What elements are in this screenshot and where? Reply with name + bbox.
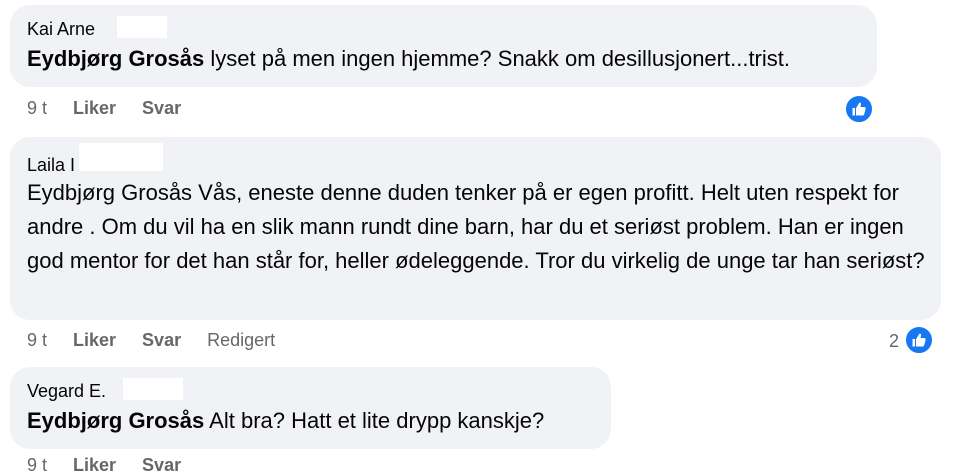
author-name[interactable]: Vegard E. — [27, 381, 106, 401]
edited-label: Redigert — [207, 330, 276, 350]
reply-button[interactable]: Svar — [142, 455, 181, 476]
redacted-name — [117, 16, 167, 38]
reaction-count[interactable]: 2 — [889, 331, 899, 352]
comment-text: Eydbjørg Grosås Alt bra? Hatt et lite dr… — [27, 404, 611, 438]
comment-meta: 9 t Liker Svar — [27, 98, 207, 119]
comment-text: Eydbjørg Grosås lyset på men ingen hjemm… — [27, 42, 877, 76]
like-button[interactable]: Liker — [73, 330, 116, 351]
like-button[interactable]: Liker — [73, 455, 116, 476]
comment-bubble: Laila I Eydbjørg Grosås Vås, eneste denn… — [10, 137, 941, 320]
redacted-name — [79, 143, 163, 171]
mention-link[interactable]: Eydbjørg Grosås — [27, 408, 204, 433]
comment-time[interactable]: 9 t — [27, 330, 47, 351]
thumbs-up-icon[interactable] — [904, 325, 934, 355]
comment-body: lyset på men ingen hjemme? Snakk om desi… — [204, 46, 790, 71]
comment-meta: 9 t Liker Svar — [27, 455, 207, 476]
mention-link[interactable]: Eydbjørg Grosås — [27, 46, 204, 71]
comment-author[interactable]: Kai Arne — [27, 16, 167, 40]
comment-meta: 9 t Liker Svar Redigert — [27, 330, 275, 351]
comment-author[interactable]: Vegard E. — [27, 378, 183, 402]
comment-text: Eydbjørg Grosås Vås, eneste denne duden … — [27, 176, 927, 278]
reply-button[interactable]: Svar — [142, 330, 181, 351]
comment-author[interactable]: Laila I — [27, 143, 163, 176]
comment-body: Eydbjørg Grosås Vås, eneste denne duden … — [27, 180, 925, 273]
comment-time[interactable]: 9 t — [27, 455, 47, 476]
redacted-name — [123, 378, 183, 400]
author-name[interactable]: Laila I — [27, 155, 75, 175]
comment-body: Alt bra? Hatt et lite drypp kanskje? — [204, 408, 545, 433]
thumbs-up-icon[interactable] — [844, 94, 874, 124]
comment-time[interactable]: 9 t — [27, 98, 47, 119]
comment-bubble: Vegard E. Eydbjørg Grosås Alt bra? Hatt … — [10, 367, 611, 449]
author-name[interactable]: Kai Arne — [27, 19, 95, 39]
reply-button[interactable]: Svar — [142, 98, 181, 119]
like-button[interactable]: Liker — [73, 98, 116, 119]
comment-bubble: Kai Arne Eydbjørg Grosås lyset på men in… — [10, 5, 877, 87]
